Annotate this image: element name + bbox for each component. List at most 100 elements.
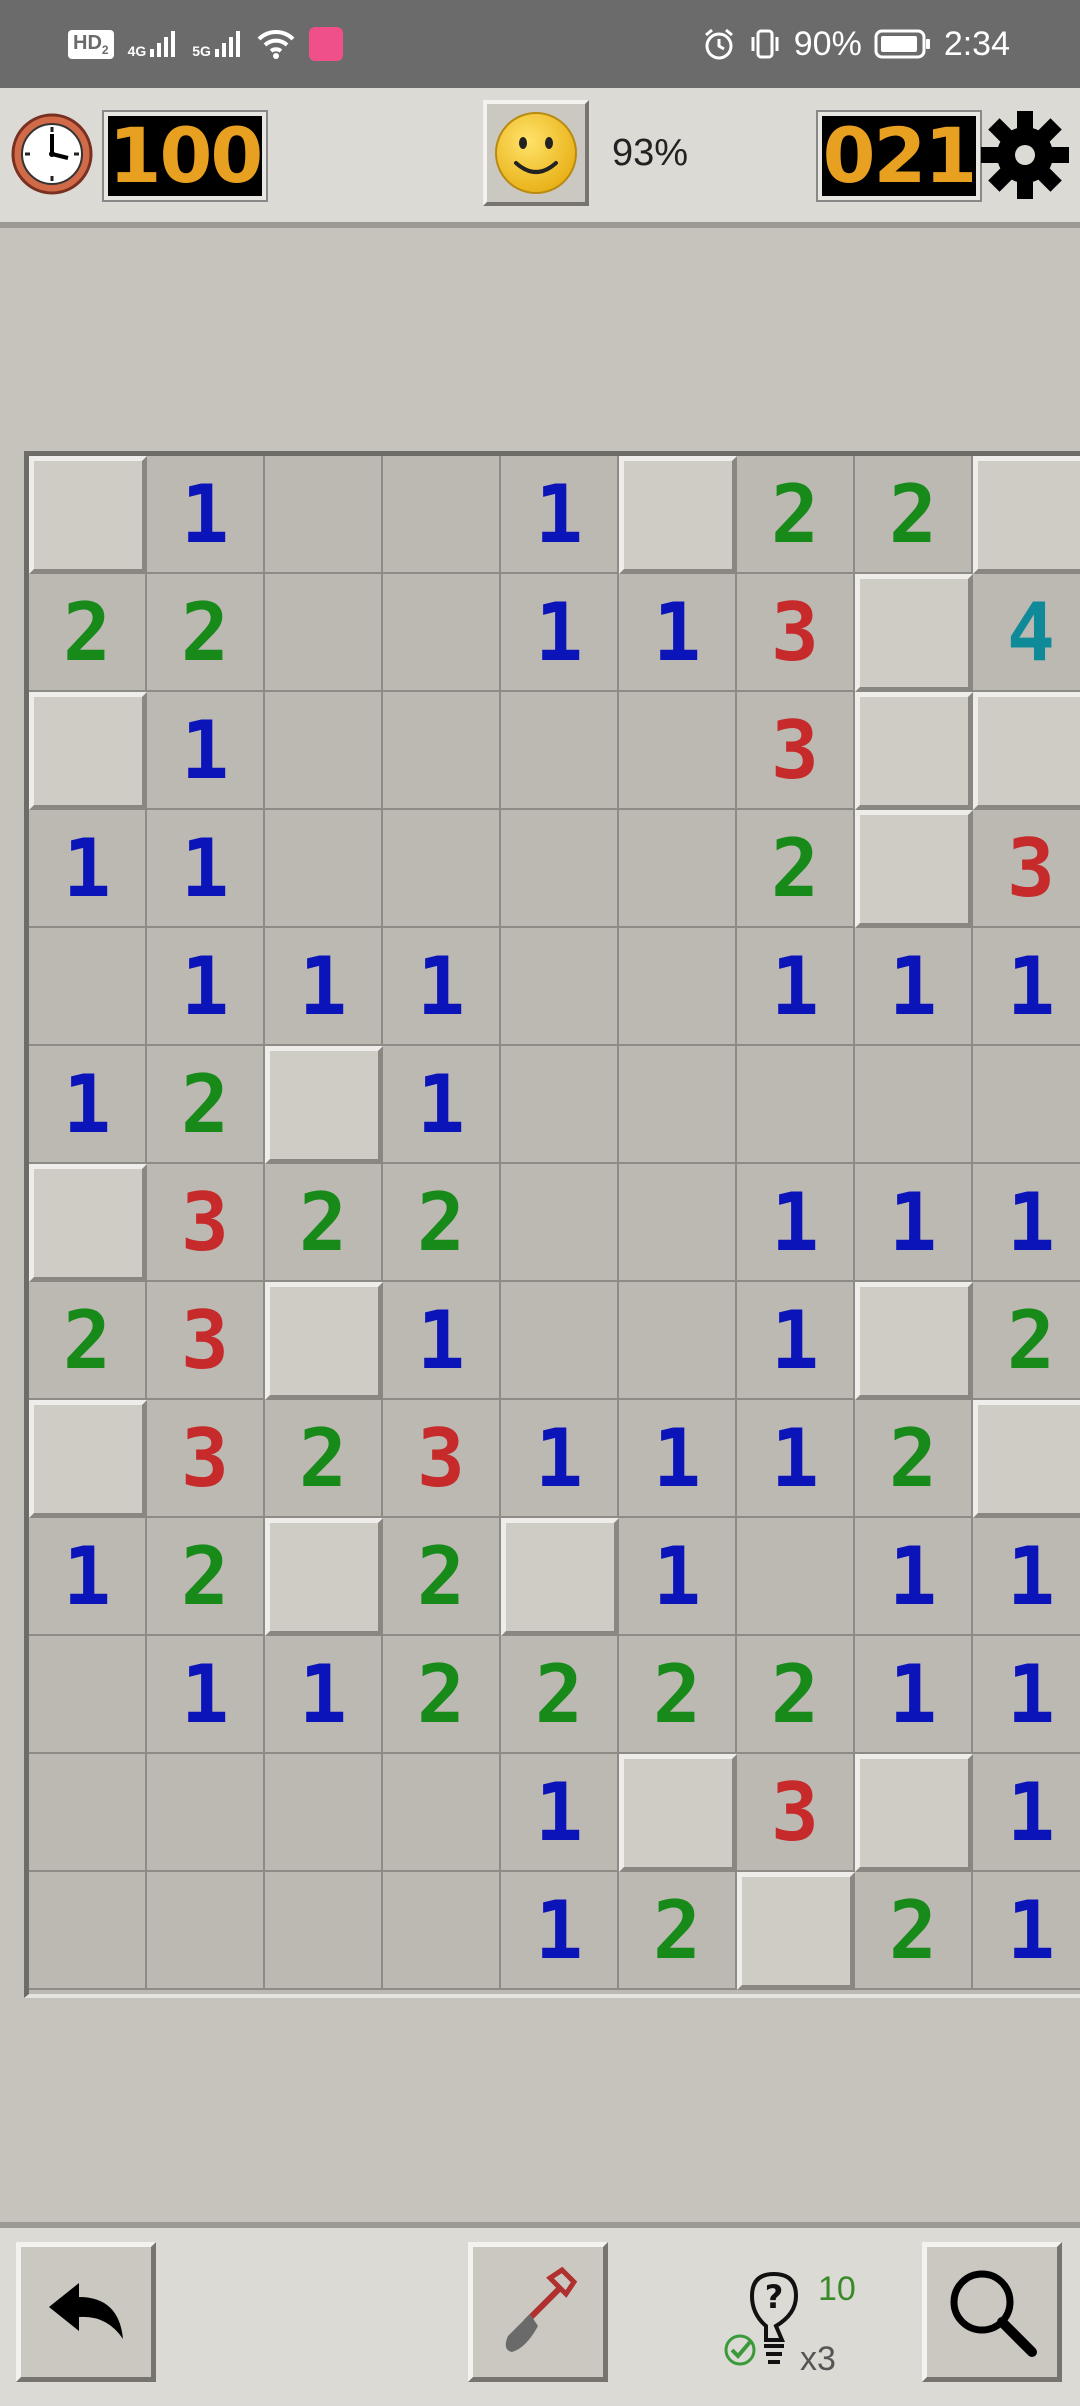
covered-cell[interactable]: [973, 692, 1080, 810]
covered-cell[interactable]: [265, 1518, 383, 1636]
empty-cell[interactable]: [501, 1282, 619, 1400]
number-cell[interactable]: 1: [737, 1282, 855, 1400]
empty-cell[interactable]: [383, 574, 501, 692]
empty-cell[interactable]: [973, 1046, 1080, 1164]
number-cell[interactable]: 1: [383, 928, 501, 1046]
number-cell[interactable]: 1: [29, 1518, 147, 1636]
covered-cell[interactable]: [501, 1518, 619, 1636]
empty-cell[interactable]: [383, 810, 501, 928]
number-cell[interactable]: 1: [973, 1518, 1080, 1636]
number-cell[interactable]: 3: [737, 1754, 855, 1872]
covered-cell[interactable]: [855, 1754, 973, 1872]
number-cell[interactable]: 2: [619, 1872, 737, 1990]
empty-cell[interactable]: [147, 1872, 265, 1990]
empty-cell[interactable]: [619, 928, 737, 1046]
empty-cell[interactable]: [29, 928, 147, 1046]
covered-cell[interactable]: [973, 1400, 1080, 1518]
number-cell[interactable]: 2: [147, 1046, 265, 1164]
number-cell[interactable]: 1: [147, 810, 265, 928]
number-cell[interactable]: 2: [265, 1400, 383, 1518]
covered-cell[interactable]: [29, 692, 147, 810]
empty-cell[interactable]: [383, 1754, 501, 1872]
empty-cell[interactable]: [383, 1872, 501, 1990]
number-cell[interactable]: 1: [973, 928, 1080, 1046]
number-cell[interactable]: 1: [501, 1754, 619, 1872]
covered-cell[interactable]: [855, 574, 973, 692]
empty-cell[interactable]: [383, 456, 501, 574]
number-cell[interactable]: 1: [29, 1046, 147, 1164]
number-cell[interactable]: 1: [383, 1046, 501, 1164]
empty-cell[interactable]: [619, 1164, 737, 1282]
number-cell[interactable]: 2: [29, 574, 147, 692]
number-cell[interactable]: 2: [737, 810, 855, 928]
number-cell[interactable]: 1: [265, 928, 383, 1046]
empty-cell[interactable]: [265, 692, 383, 810]
covered-cell[interactable]: [855, 692, 973, 810]
number-cell[interactable]: 3: [973, 810, 1080, 928]
number-cell[interactable]: 2: [147, 1518, 265, 1636]
hint-button[interactable]: ? 10 x3: [720, 2268, 880, 2388]
number-cell[interactable]: 1: [265, 1636, 383, 1754]
empty-cell[interactable]: [29, 1754, 147, 1872]
number-cell[interactable]: 1: [973, 1754, 1080, 1872]
empty-cell[interactable]: [265, 810, 383, 928]
number-cell[interactable]: 1: [147, 692, 265, 810]
number-cell[interactable]: 2: [855, 1400, 973, 1518]
covered-cell[interactable]: [737, 1872, 855, 1990]
empty-cell[interactable]: [619, 1282, 737, 1400]
empty-cell[interactable]: [265, 456, 383, 574]
number-cell[interactable]: 2: [383, 1164, 501, 1282]
number-cell[interactable]: 1: [855, 1164, 973, 1282]
number-cell[interactable]: 1: [501, 574, 619, 692]
number-cell[interactable]: 3: [737, 692, 855, 810]
number-cell[interactable]: 3: [147, 1400, 265, 1518]
empty-cell[interactable]: [501, 692, 619, 810]
empty-cell[interactable]: [619, 810, 737, 928]
number-cell[interactable]: 2: [737, 456, 855, 574]
empty-cell[interactable]: [29, 1636, 147, 1754]
empty-cell[interactable]: [501, 810, 619, 928]
number-cell[interactable]: 2: [973, 1282, 1080, 1400]
number-cell[interactable]: 2: [29, 1282, 147, 1400]
covered-cell[interactable]: [855, 810, 973, 928]
empty-cell[interactable]: [619, 692, 737, 810]
number-cell[interactable]: 1: [501, 1872, 619, 1990]
number-cell[interactable]: 1: [501, 1400, 619, 1518]
number-cell[interactable]: 1: [619, 1400, 737, 1518]
empty-cell[interactable]: [265, 1872, 383, 1990]
empty-cell[interactable]: [265, 574, 383, 692]
covered-cell[interactable]: [29, 1400, 147, 1518]
number-cell[interactable]: 1: [147, 928, 265, 1046]
gear-icon[interactable]: [980, 110, 1070, 200]
covered-cell[interactable]: [29, 1164, 147, 1282]
empty-cell[interactable]: [619, 1046, 737, 1164]
number-cell[interactable]: 1: [973, 1636, 1080, 1754]
empty-cell[interactable]: [147, 1754, 265, 1872]
number-cell[interactable]: 1: [619, 1518, 737, 1636]
zoom-button[interactable]: [922, 2242, 1062, 2382]
covered-cell[interactable]: [29, 456, 147, 574]
empty-cell[interactable]: [501, 1164, 619, 1282]
number-cell[interactable]: 1: [29, 810, 147, 928]
dig-mode-button[interactable]: [468, 2242, 608, 2382]
number-cell[interactable]: 2: [383, 1636, 501, 1754]
number-cell[interactable]: 3: [383, 1400, 501, 1518]
empty-cell[interactable]: [501, 928, 619, 1046]
number-cell[interactable]: 2: [265, 1164, 383, 1282]
number-cell[interactable]: 3: [147, 1164, 265, 1282]
number-cell[interactable]: 1: [855, 1518, 973, 1636]
number-cell[interactable]: 3: [147, 1282, 265, 1400]
covered-cell[interactable]: [619, 456, 737, 574]
empty-cell[interactable]: [737, 1518, 855, 1636]
number-cell[interactable]: 1: [973, 1872, 1080, 1990]
undo-button[interactable]: [16, 2242, 156, 2382]
number-cell[interactable]: 1: [855, 1636, 973, 1754]
new-game-button[interactable]: [483, 100, 589, 206]
covered-cell[interactable]: [265, 1282, 383, 1400]
empty-cell[interactable]: [29, 1872, 147, 1990]
number-cell[interactable]: 1: [383, 1282, 501, 1400]
number-cell[interactable]: 2: [855, 456, 973, 574]
number-cell[interactable]: 1: [737, 1164, 855, 1282]
empty-cell[interactable]: [855, 1046, 973, 1164]
empty-cell[interactable]: [737, 1046, 855, 1164]
